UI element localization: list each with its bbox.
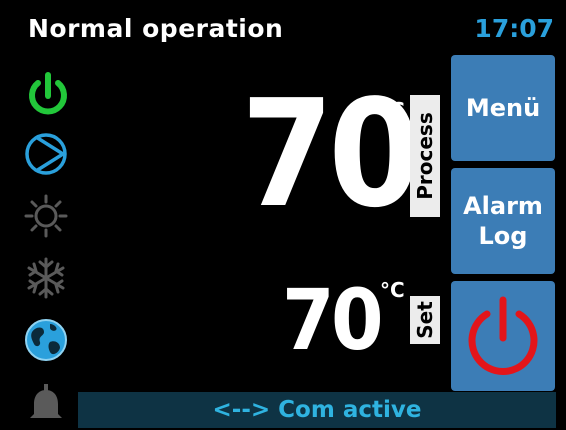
status-title: Normal operation (28, 14, 284, 43)
alarm-log-label-line1: Alarm (463, 192, 543, 220)
status-icon-column (22, 70, 82, 430)
power-icon (468, 296, 538, 375)
communication-status-bar: <--> Com active (78, 392, 556, 428)
setpoint-label: Set (410, 296, 440, 344)
process-unit: °C (380, 98, 405, 122)
setpoint-unit: °C (380, 278, 405, 302)
alarm-log-button[interactable]: Alarm Log (451, 168, 555, 274)
pump-icon (25, 133, 67, 175)
menu-button[interactable]: Menü (451, 55, 555, 161)
power-icon (29, 72, 67, 115)
communication-status-text: <--> Com active (212, 397, 422, 423)
menu-button-label: Menü (465, 94, 541, 122)
clock: 17:07 (474, 14, 554, 43)
process-label: Process (410, 95, 440, 217)
setpoint-temperature[interactable]: 70 (279, 278, 384, 362)
alarm-log-label-line2: Log (478, 222, 528, 250)
snowflake-icon (27, 257, 65, 299)
process-temperature: 70 (241, 68, 421, 240)
bell-icon (30, 384, 62, 418)
controller-screen: Normal operation 17:07 70 °C Process 70 … (0, 0, 566, 428)
setpoint-label-text: Set (413, 301, 437, 339)
power-button[interactable] (451, 281, 555, 391)
globe-icon (25, 319, 67, 361)
process-label-text: Process (413, 112, 437, 200)
sun-icon (24, 194, 68, 238)
